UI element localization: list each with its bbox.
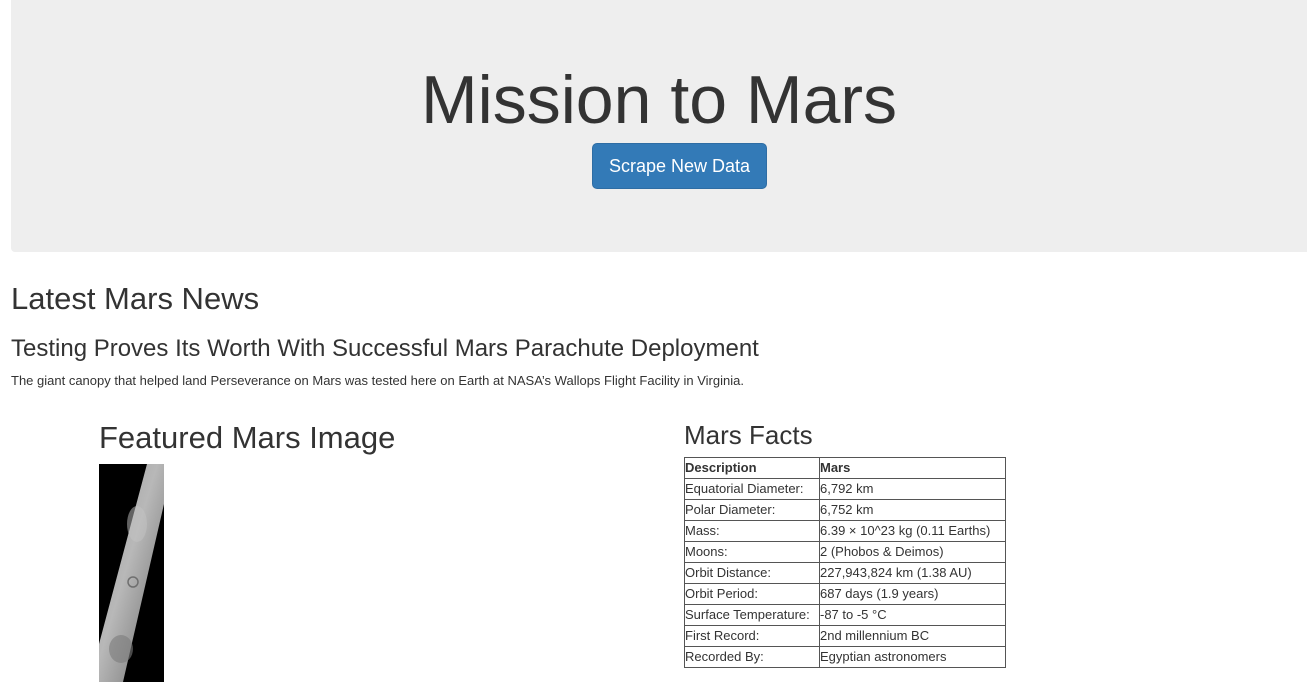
fact-value: 6,752 km bbox=[819, 499, 1006, 521]
fact-label: Surface Temperature: bbox=[684, 604, 820, 626]
fact-label: Mass: bbox=[684, 520, 820, 542]
column-header-mars: Mars bbox=[819, 457, 1006, 479]
featured-mars-image bbox=[99, 464, 164, 682]
table-row: Surface Temperature: -87 to -5 °C bbox=[684, 604, 1006, 626]
fact-value: -87 to -5 °C bbox=[819, 604, 1006, 626]
fact-label: Orbit Period: bbox=[684, 583, 820, 605]
column-header-description: Description bbox=[684, 457, 820, 479]
fact-value: Egyptian astronomers bbox=[819, 646, 1006, 668]
fact-value: 687 days (1.9 years) bbox=[819, 583, 1006, 605]
table-row: Orbit Distance: 227,943,824 km (1.38 AU) bbox=[684, 562, 1006, 584]
featured-image-heading: Featured Mars Image bbox=[99, 420, 396, 455]
table-row: Orbit Period: 687 days (1.9 years) bbox=[684, 583, 1006, 605]
fact-label: Equatorial Diameter: bbox=[684, 478, 820, 500]
fact-value: 2nd millennium BC bbox=[819, 625, 1006, 647]
table-header-row: Description Mars bbox=[684, 457, 1006, 479]
news-teaser: The giant canopy that helped land Persev… bbox=[11, 373, 744, 388]
table-row: Recorded By: Egyptian astronomers bbox=[684, 646, 1006, 668]
fact-value: 227,943,824 km (1.38 AU) bbox=[819, 562, 1006, 584]
table-row: Moons: 2 (Phobos & Deimos) bbox=[684, 541, 1006, 563]
fact-value: 6,792 km bbox=[819, 478, 1006, 500]
jumbotron: Mission to Mars Scrape New Data bbox=[11, 0, 1307, 252]
fact-label: Orbit Distance: bbox=[684, 562, 820, 584]
table-row: Mass: 6.39 × 10^23 kg (0.11 Earths) bbox=[684, 520, 1006, 542]
page-title: Mission to Mars bbox=[420, 62, 898, 138]
mars-facts-table: Description Mars Equatorial Diameter: 6,… bbox=[684, 457, 1006, 668]
fact-label: First Record: bbox=[684, 625, 820, 647]
fact-label: Moons: bbox=[684, 541, 820, 563]
table-row: Equatorial Diameter: 6,792 km bbox=[684, 478, 1006, 500]
news-section-heading: Latest Mars News bbox=[11, 281, 260, 316]
news-title: Testing Proves Its Worth With Successful… bbox=[11, 335, 759, 362]
fact-label: Recorded By: bbox=[684, 646, 820, 668]
fact-value: 6.39 × 10^23 kg (0.11 Earths) bbox=[819, 520, 1006, 542]
table-row: Polar Diameter: 6,752 km bbox=[684, 499, 1006, 521]
mars-facts-heading: Mars Facts bbox=[684, 420, 813, 450]
scrape-new-data-button[interactable]: Scrape New Data bbox=[592, 143, 767, 189]
fact-value: 2 (Phobos & Deimos) bbox=[819, 541, 1006, 563]
fact-label: Polar Diameter: bbox=[684, 499, 820, 521]
table-row: First Record: 2nd millennium BC bbox=[684, 625, 1006, 647]
